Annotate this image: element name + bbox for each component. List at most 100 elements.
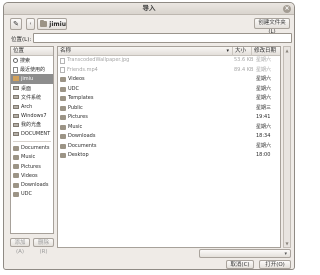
drive-icon (13, 122, 19, 127)
drive-icon (13, 113, 19, 118)
sidebar-item[interactable]: Music (11, 153, 53, 162)
file-list-header: 名称 ▾ 大小 修改日期 (58, 47, 280, 56)
file-row[interactable]: Friends.mp4 89.4 KB 星期六 (58, 66, 280, 76)
folder-icon (13, 173, 19, 179)
file-name-cell: Templates (60, 94, 93, 104)
file-size: 89.4 KB (234, 66, 254, 73)
file-row[interactable]: Pictures 19:41 (58, 113, 280, 123)
column-header-name[interactable]: 名称 ▾ (58, 47, 233, 56)
file-name-cell: TranscodedWallpaper.jpg (60, 56, 129, 66)
places-header[interactable]: 位置 (11, 47, 53, 56)
scroll-down-icon[interactable]: ▼ (284, 240, 290, 247)
window-title: 导入 (142, 4, 156, 12)
sidebar-item[interactable]: Documents (11, 144, 53, 153)
folder-icon (13, 164, 19, 170)
sidebar-item[interactable]: UDC (11, 190, 53, 199)
pencil-icon: ✎ (13, 20, 19, 28)
file-row[interactable]: Public 星期三 (58, 104, 280, 114)
column-header-modified[interactable]: 修改日期 (252, 47, 280, 56)
remove-bookmark-button[interactable]: 删除(R) (33, 238, 54, 255)
file-row[interactable]: Downloads 18:34 (58, 132, 280, 142)
folder-icon (60, 115, 66, 121)
file-row[interactable]: Templates 星期六 (58, 94, 280, 104)
folder-icon (60, 143, 66, 149)
sidebar-item[interactable]: Windows7 (11, 111, 53, 120)
file-name-cell: UDC (60, 85, 79, 95)
sidebar-item-label: UDC (21, 191, 33, 198)
file-modified: 星期六 (256, 76, 272, 82)
path-back-button[interactable]: ‹ (26, 18, 35, 30)
folder-icon (60, 124, 66, 130)
folder-icon (60, 77, 66, 83)
file-name: Pictures (68, 114, 88, 120)
home-folder-icon (13, 76, 19, 82)
file-modified: 星期六 (256, 57, 272, 63)
sidebar-item[interactable]: Downloads (11, 180, 53, 189)
file-name: Templates (68, 95, 94, 101)
sidebar-item-label: Arch (21, 103, 33, 110)
sidebar-item[interactable]: Arch (11, 102, 53, 111)
recent-icon (13, 66, 18, 73)
location-input[interactable] (33, 33, 292, 43)
path-button-label: jimiu (49, 20, 66, 28)
close-icon[interactable]: × (283, 5, 291, 13)
file-filter-select[interactable]: ▾ (199, 249, 291, 258)
drive-icon (13, 104, 19, 109)
folder-icon (60, 134, 66, 140)
file-row[interactable]: Documents 星期六 (58, 142, 280, 152)
sidebar-item[interactable]: 搜索 (11, 56, 53, 65)
file-size: 53.6 KB (234, 57, 254, 63)
file-modified: 19:41 (256, 114, 271, 120)
column-header-size[interactable]: 大小 (233, 47, 252, 56)
file-list: 名称 ▾ 大小 修改日期 TranscodedWallpaper.jpg 53.6… (57, 46, 281, 248)
file-name-cell: Pictures (60, 113, 88, 123)
file-modified: 星期六 (256, 66, 272, 73)
file-row[interactable]: Music 星期六 (58, 123, 280, 133)
sidebar-item[interactable]: DOCUMENT (11, 130, 53, 139)
sidebar-item[interactable]: jimiu (11, 74, 53, 84)
add-bookmark-button[interactable]: 添加(A) (10, 238, 30, 255)
path-button-home[interactable]: jimiu (37, 18, 67, 30)
sidebar-item-label: jimiu (21, 75, 34, 82)
file-name-cell: Downloads (60, 132, 95, 142)
sidebar-item[interactable]: Videos (11, 171, 53, 180)
file-name-cell: Friends.mp4 (60, 66, 98, 76)
sidebar-item[interactable]: 我的光盘 (11, 120, 53, 129)
places-sidebar: 位置 搜索最近使用的 jimiu 桌面 文件系统 Arch Windows7 我的光盘 DOC… (10, 46, 54, 234)
sidebar-item-label: DOCUMENT (21, 131, 51, 138)
folder-icon (60, 96, 66, 102)
file-name: Desktop (68, 152, 89, 158)
file-name: UDC (68, 85, 80, 92)
sidebar-item[interactable]: Pictures (11, 162, 53, 171)
folder-icon (60, 153, 66, 159)
create-folder-button[interactable]: 创建文件夹(L) (254, 18, 290, 35)
cancel-button[interactable]: 取消(C) (226, 260, 254, 269)
drive-icon (13, 132, 19, 137)
sidebar-item-label: Documents (21, 145, 50, 152)
import-dialog: 导入 × ✎ ‹ jimiu 创建文件夹(L) 位置(L): 位置 搜索 最近使用… (3, 2, 295, 270)
file-name-cell: Desktop (60, 151, 89, 161)
sidebar-item-label: 文件系统 (21, 94, 42, 101)
file-name: Music (68, 123, 83, 130)
file-row[interactable]: Desktop 18:00 (58, 151, 280, 161)
sidebar-item[interactable]: 文件系统 (11, 93, 53, 102)
file-name-cell: Videos (60, 75, 85, 85)
sidebar-item-label: 最近使用的 (20, 67, 46, 74)
scroll-up-icon[interactable]: ▲ (284, 47, 290, 54)
file-row[interactable]: Videos 星期六 (58, 75, 280, 85)
open-button[interactable]: 打开(O) (259, 260, 291, 269)
title-bar[interactable]: 导入 × (4, 3, 294, 15)
file-row[interactable]: UDC 星期六 (58, 85, 280, 95)
sidebar-item-label: Music (21, 154, 36, 161)
file-modified: 18:34 (256, 133, 271, 139)
file-modified: 星期三 (256, 104, 272, 111)
file-row[interactable]: TranscodedWallpaper.jpg 53.6 KB 星期六 (58, 56, 280, 66)
file-modified: 18:00 (256, 152, 271, 158)
drive-icon (13, 95, 19, 100)
sidebar-item[interactable]: 桌面 (11, 84, 53, 93)
desktop-icon (13, 86, 19, 91)
sidebar-item-label: Downloads (21, 182, 49, 189)
file-list-scrollbar[interactable]: ▲ ▼ (283, 46, 291, 248)
sidebar-item[interactable]: 最近使用的 (11, 65, 53, 74)
type-location-button[interactable]: ✎ (10, 18, 22, 30)
